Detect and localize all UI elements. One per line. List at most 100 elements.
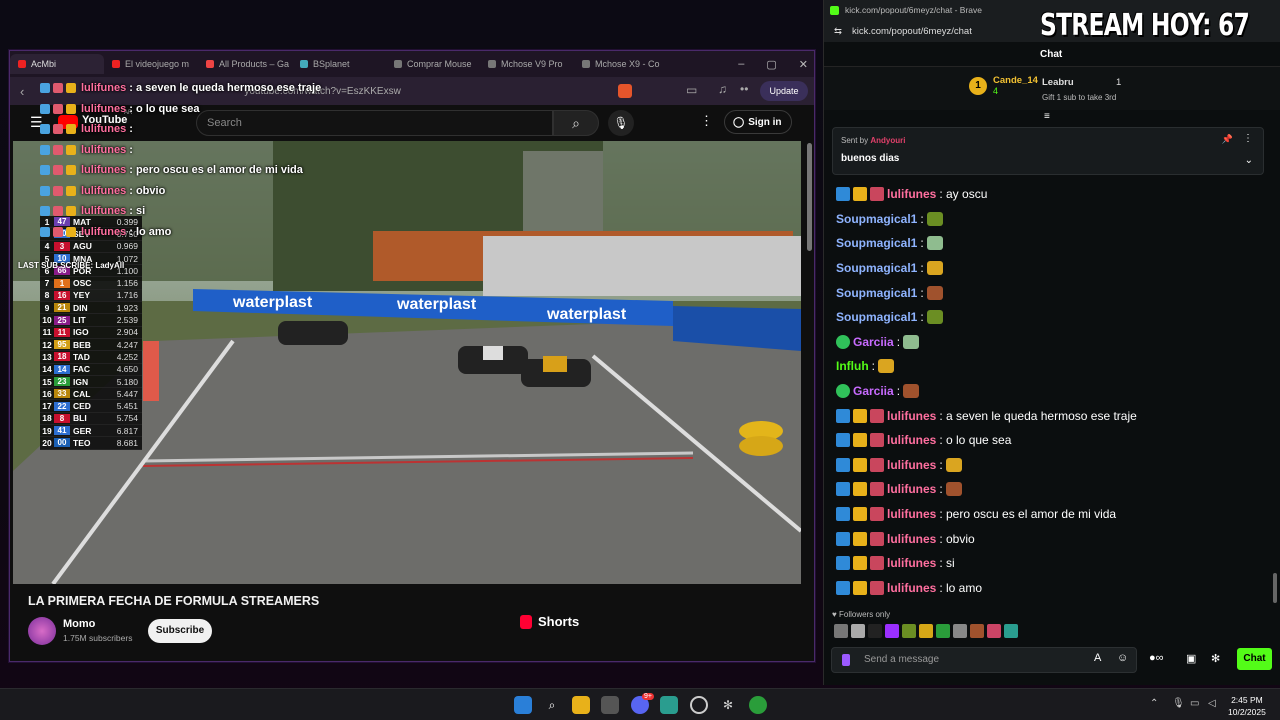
tab-5[interactable]: Mchose V9 Pro [480, 54, 574, 74]
music-icon[interactable]: ♫ [718, 82, 727, 96]
chat-username[interactable]: Garciia [853, 335, 894, 349]
follower-emote-icon[interactable] [885, 624, 899, 638]
leaderboard-row: 10 25 LIT 2.539 [40, 314, 142, 327]
mic-icon[interactable] [842, 654, 850, 666]
chat-scrollbar[interactable] [1273, 573, 1277, 603]
volume-icon[interactable]: ◁ [1208, 698, 1216, 709]
follower-emote-icon[interactable] [987, 624, 1001, 638]
mic-icon[interactable]: 🎙 [608, 110, 634, 136]
gap-time: 0.969 [116, 241, 138, 252]
chat-username[interactable]: lulifunes [887, 187, 936, 201]
driver-number: 1 [54, 278, 70, 288]
chat-username[interactable]: Garciia [853, 384, 894, 398]
position: 10 [42, 315, 52, 326]
expand-icon[interactable]: ≡ [1044, 111, 1050, 122]
kick-url-text[interactable]: kick.com/popout/6meyz/chat [852, 26, 972, 37]
last-sub-label: LAST SUB SCRIBE: LadyAlI [18, 261, 125, 270]
tab-label: BSplanet [313, 59, 350, 69]
pinned-menu-icon[interactable]: ⋮ [1243, 133, 1253, 144]
more-options-icon[interactable]: ⋮ [700, 113, 713, 129]
sign-in-button[interactable]: ◯ Sign in [724, 110, 792, 134]
chat-username[interactable]: lulifunes [887, 507, 936, 521]
tray-chevron-icon[interactable]: ⌃ [1150, 698, 1158, 709]
steam-icon[interactable] [690, 696, 708, 714]
gap-time: 4.650 [116, 364, 138, 375]
chevron-down-icon[interactable]: ⌄ [1245, 155, 1253, 166]
follower-emote-icon[interactable] [851, 624, 865, 638]
search-icon[interactable]: ⌕ [553, 110, 599, 136]
emoji-icon[interactable]: ☺ [1117, 652, 1128, 664]
settings-gear-icon[interactable]: ✻ [719, 696, 737, 714]
chat-username[interactable]: lulifunes [887, 581, 936, 595]
chat-username[interactable]: Soupmagical1 [836, 212, 917, 226]
tab-3[interactable]: BSplanet [292, 54, 386, 74]
brave-shield-icon[interactable] [618, 84, 632, 98]
sidebar-icon[interactable]: ▭ [686, 83, 697, 97]
follower-emote-icon[interactable] [953, 624, 967, 638]
crown-badge-icon [853, 433, 867, 448]
chat-username[interactable]: lulifunes [887, 556, 936, 570]
gift-icon[interactable]: ▣ [1186, 652, 1196, 665]
back-arrow-icon[interactable]: ‹ [20, 84, 24, 99]
follower-emote-icon[interactable] [1004, 624, 1018, 638]
sword-badge-icon [40, 226, 50, 237]
follower-emote-icon[interactable] [834, 624, 848, 638]
page-scrollbar[interactable] [807, 143, 812, 251]
chat-username[interactable]: Soupmagical1 [836, 261, 917, 275]
store-icon[interactable] [601, 696, 619, 714]
message-input[interactable]: Send a message [831, 647, 1137, 673]
chat-username[interactable]: Influh [836, 359, 869, 373]
tab-0[interactable]: AcMbi [10, 54, 104, 74]
gap-time: 2.539 [116, 315, 138, 326]
crown-badge-icon [66, 206, 76, 217]
chat-username[interactable]: Soupmagical1 [836, 286, 917, 300]
driver-code: GER [73, 425, 92, 436]
tab-1[interactable]: El videojuego m [104, 54, 198, 74]
file-explorer-icon[interactable] [572, 696, 590, 714]
close-icon[interactable]: ✕ [799, 58, 808, 71]
start-icon[interactable] [514, 696, 532, 714]
follower-emote-icon[interactable] [919, 624, 933, 638]
channel-name[interactable]: Momo [63, 618, 95, 630]
users-icon[interactable]: ●∞ [1149, 652, 1164, 664]
maximize-icon[interactable]: ▢ [766, 58, 776, 71]
follower-emote-icon[interactable] [936, 624, 950, 638]
follower-emote-icon[interactable] [902, 624, 916, 638]
update-button[interactable]: Update [760, 81, 808, 101]
app-icon[interactable] [660, 696, 678, 714]
channel-avatar[interactable] [28, 617, 56, 645]
tab-6[interactable]: Mchose X9 - Co [574, 54, 668, 74]
kick-chat-window: kick.com/popout/6meyz/chat - Brave ⇆ kic… [823, 0, 1280, 685]
translate-icon[interactable]: A [1094, 652, 1101, 664]
xbox-icon[interactable] [749, 696, 767, 714]
site-info-icon[interactable]: ⇆ [834, 26, 842, 37]
chat-username[interactable]: Soupmagical1 [836, 310, 917, 324]
system-clock[interactable]: 2:45 PM 10/2/2025 [1228, 694, 1266, 718]
chat-message: lulifunes: obvio [836, 526, 1266, 551]
settings-gear-icon[interactable]: ✻ [1211, 652, 1220, 665]
chat-username[interactable]: lulifunes [887, 458, 936, 472]
tab-2[interactable]: All Products – Ga [198, 54, 292, 74]
extensions-icon[interactable]: •• [740, 82, 748, 96]
follower-emote-icon[interactable] [868, 624, 882, 638]
subscribe-button[interactable]: Subscribe [148, 619, 212, 643]
chat-username[interactable]: Soupmagical1 [836, 236, 917, 250]
overlay-message: : o lo que sea [129, 102, 200, 115]
follower-emote-icon[interactable] [970, 624, 984, 638]
chat-username[interactable]: lulifunes [887, 409, 936, 423]
chat-username[interactable]: lulifunes [887, 433, 936, 447]
chat-username[interactable]: lulifunes [887, 482, 936, 496]
pin-icon[interactable]: 📌 [1222, 134, 1233, 145]
search-icon[interactable]: ⌕ [543, 696, 561, 714]
chat-text: : a seven le queda hermoso ese traje [939, 408, 1137, 423]
minimize-icon[interactable]: – [738, 58, 744, 70]
pinned-user[interactable]: Andyouri [870, 136, 905, 145]
gap-time: 1.716 [116, 290, 138, 301]
moderator-sword-icon [836, 507, 850, 522]
chat-text: : ay oscu [939, 187, 988, 202]
network-icon[interactable]: ▭ [1190, 698, 1199, 709]
chat-send-button[interactable]: Chat [1237, 648, 1272, 670]
microphone-tray-icon[interactable]: 🎙 [1172, 698, 1185, 709]
chat-username[interactable]: lulifunes [887, 532, 936, 546]
tab-4[interactable]: Comprar Mouse [386, 54, 480, 74]
